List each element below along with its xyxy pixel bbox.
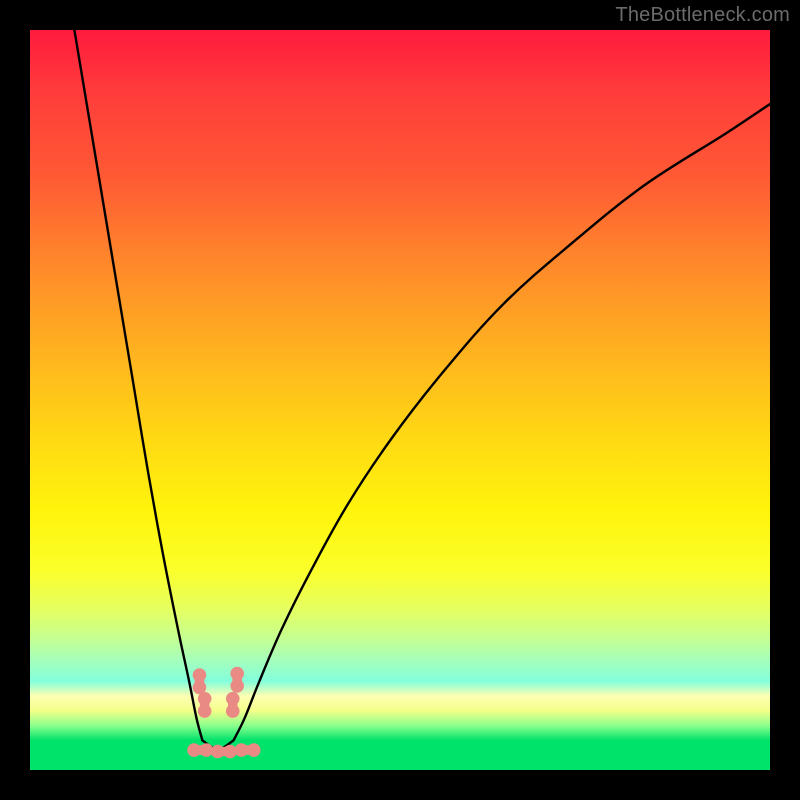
marker-right-pair-bottom — [226, 692, 240, 718]
marker-bottom-mid — [211, 745, 237, 759]
bottleneck-curve — [74, 30, 770, 749]
marker-bottom-right — [235, 743, 261, 757]
marker-group — [187, 667, 260, 759]
watermark-text: TheBottleneck.com — [615, 4, 790, 27]
marker-left-pair-bottom — [198, 692, 212, 718]
marker-bottom-left — [187, 743, 213, 757]
plot-area — [30, 30, 770, 770]
chart-frame: TheBottleneck.com — [0, 0, 800, 800]
marker-left-pair-top — [193, 668, 207, 694]
curve-segment — [234, 104, 771, 740]
marker-right-pair-top — [230, 667, 244, 693]
curve-layer — [30, 30, 770, 770]
curve-segment — [74, 30, 202, 740]
